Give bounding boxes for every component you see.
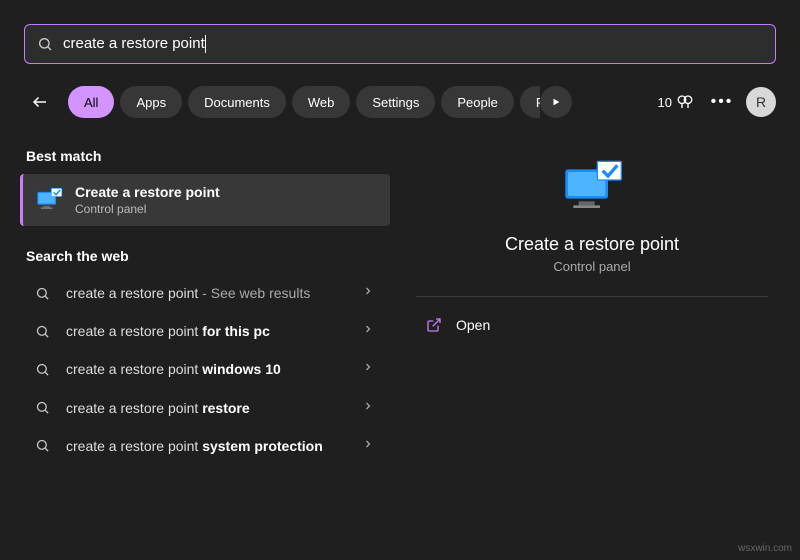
web-result-text: create a restore point windows 10	[66, 360, 362, 378]
web-result[interactable]: create a restore point restore	[20, 389, 390, 427]
rewards-badge[interactable]: 10	[658, 93, 694, 111]
search-input[interactable]: create a restore point	[63, 35, 763, 53]
filter-pill-web[interactable]: Web	[292, 86, 351, 118]
monitor-check-icon	[560, 156, 624, 220]
best-match-title: Create a restore point	[75, 184, 220, 200]
search-web-header: Search the web	[26, 248, 390, 264]
filter-pill-all[interactable]: All	[68, 86, 114, 118]
web-result-text: create a restore point for this pc	[66, 322, 362, 340]
search-icon	[32, 438, 52, 453]
back-button[interactable]	[24, 86, 56, 118]
chevron-right-icon	[362, 322, 378, 340]
search-icon	[32, 362, 52, 377]
web-result[interactable]: create a restore point windows 10	[20, 350, 390, 388]
web-result[interactable]: create a restore point for this pc	[20, 312, 390, 350]
filter-pill-people[interactable]: People	[441, 86, 513, 118]
open-external-icon	[426, 317, 442, 333]
best-match-subtitle: Control panel	[75, 202, 220, 216]
chevron-right-icon	[362, 399, 378, 417]
monitor-check-icon	[35, 186, 63, 214]
web-result[interactable]: create a restore point system protection	[20, 427, 390, 465]
web-result-text: create a restore point system protection	[66, 437, 362, 455]
action-open[interactable]: Open	[408, 305, 776, 345]
web-result-text: create a restore point - See web results	[66, 284, 362, 302]
chevron-right-icon	[362, 284, 378, 302]
search-bar[interactable]: create a restore point	[24, 24, 776, 64]
filter-pill-apps[interactable]: Apps	[120, 86, 182, 118]
filter-scroll-right[interactable]	[540, 86, 572, 118]
avatar[interactable]: R	[746, 87, 776, 117]
best-match-item[interactable]: Create a restore point Control panel	[20, 174, 390, 226]
search-icon	[32, 324, 52, 339]
preview-subtitle: Control panel	[408, 259, 776, 274]
chevron-right-icon	[362, 360, 378, 378]
filter-pill-settings[interactable]: Settings	[356, 86, 435, 118]
search-icon	[32, 286, 52, 301]
filter-row: AllAppsDocumentsWebSettingsPeople Folders…	[24, 84, 776, 120]
filter-pill-folders[interactable]: Folders	[520, 86, 540, 118]
web-result[interactable]: create a restore point - See web results	[20, 274, 390, 312]
search-icon	[37, 36, 53, 52]
preview-title: Create a restore point	[408, 234, 776, 255]
web-result-text: create a restore point restore	[66, 399, 362, 417]
chevron-right-icon	[362, 437, 378, 455]
filter-pill-documents[interactable]: Documents	[188, 86, 286, 118]
best-match-header: Best match	[26, 148, 390, 164]
preview-panel: Create a restore point Control panel Ope…	[408, 140, 776, 345]
results-column: Best match Create a restore point Contro…	[20, 140, 390, 465]
more-button[interactable]: •••	[708, 93, 736, 111]
divider	[416, 296, 768, 297]
search-icon	[32, 400, 52, 415]
watermark: wsxwin.com	[738, 543, 792, 554]
